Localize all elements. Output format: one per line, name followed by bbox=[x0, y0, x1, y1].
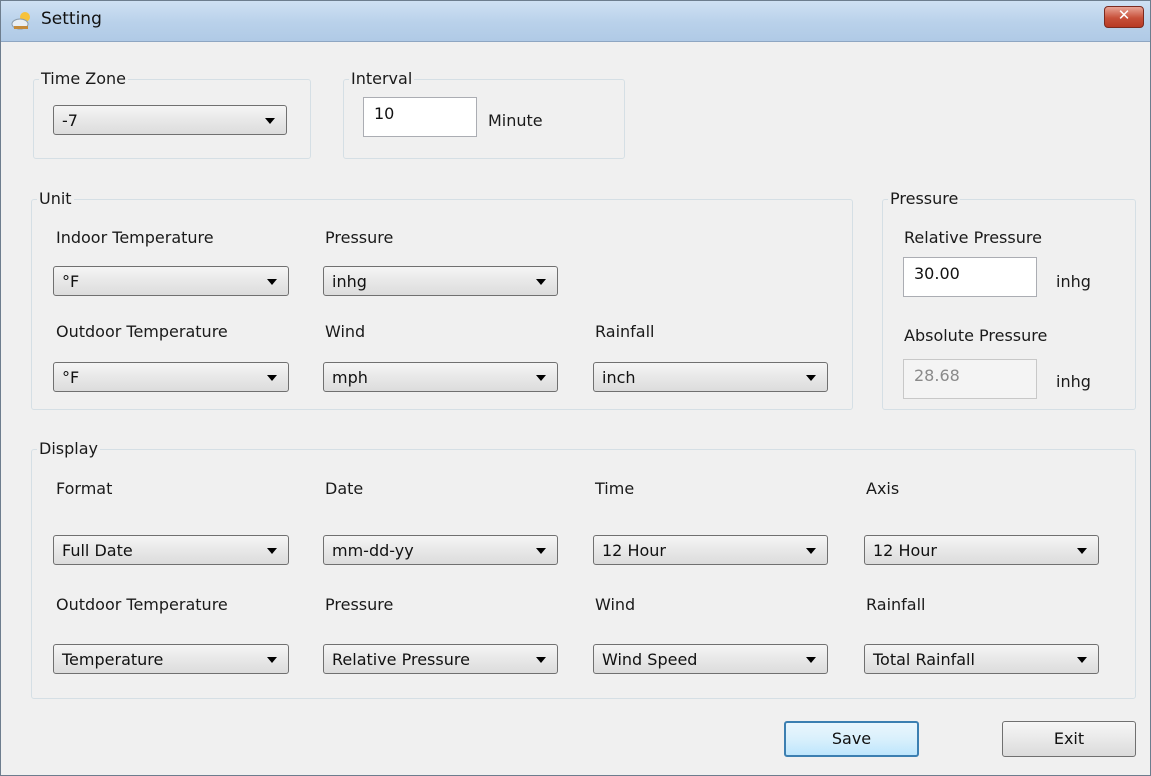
chevron-down-icon bbox=[536, 657, 546, 663]
chevron-down-icon bbox=[536, 375, 546, 381]
chevron-down-icon bbox=[536, 548, 546, 554]
weather-cloud-sun-icon bbox=[10, 9, 34, 33]
title-bar: Setting ✕ bbox=[1, 1, 1150, 42]
absolute-pressure-label: Absolute Pressure bbox=[904, 326, 1048, 345]
display-outdoor-temp-value: Temperature bbox=[62, 650, 164, 669]
settings-window: Setting ✕ Time Zone -7 Interval 10 Minut… bbox=[0, 0, 1151, 776]
chevron-down-icon bbox=[1077, 657, 1087, 663]
display-outdoor-temp-label: Outdoor Temperature bbox=[56, 595, 228, 614]
display-wind-label: Wind bbox=[595, 595, 636, 614]
chevron-down-icon bbox=[806, 657, 816, 663]
interval-legend: Interval bbox=[349, 69, 415, 88]
relative-pressure-input[interactable]: 30.00 bbox=[903, 257, 1037, 297]
display-format-select[interactable]: Full Date bbox=[53, 535, 289, 565]
display-format-value: Full Date bbox=[62, 541, 133, 560]
outdoor-temp-label: Outdoor Temperature bbox=[56, 322, 228, 341]
exit-button[interactable]: Exit bbox=[1002, 721, 1136, 757]
absolute-pressure-input: 28.68 bbox=[903, 359, 1037, 399]
pressure-legend: Pressure bbox=[888, 189, 961, 208]
chevron-down-icon bbox=[265, 118, 275, 124]
chevron-down-icon bbox=[1077, 548, 1087, 554]
indoor-temp-unit-select[interactable]: °F bbox=[53, 266, 289, 296]
display-time-select[interactable]: 12 Hour bbox=[593, 535, 828, 565]
display-axis-value: 12 Hour bbox=[873, 541, 937, 560]
relative-pressure-value: 30.00 bbox=[914, 264, 960, 283]
wind-unit-select[interactable]: mph bbox=[323, 362, 558, 392]
display-pressure-label: Pressure bbox=[325, 595, 394, 614]
chevron-down-icon bbox=[806, 375, 816, 381]
interval-input[interactable]: 10 bbox=[363, 97, 477, 137]
chevron-down-icon bbox=[267, 279, 277, 285]
absolute-pressure-unit: inhg bbox=[1056, 372, 1091, 391]
display-wind-select[interactable]: Wind Speed bbox=[593, 644, 828, 674]
outdoor-temp-unit-select[interactable]: °F bbox=[53, 362, 289, 392]
display-date-select[interactable]: mm-dd-yy bbox=[323, 535, 558, 565]
display-time-value: 12 Hour bbox=[602, 541, 666, 560]
chevron-down-icon bbox=[267, 375, 277, 381]
display-pressure-select[interactable]: Relative Pressure bbox=[323, 644, 558, 674]
timezone-select[interactable]: -7 bbox=[53, 105, 287, 135]
rainfall-unit-select[interactable]: inch bbox=[593, 362, 828, 392]
rainfall-unit-label: Rainfall bbox=[595, 322, 655, 341]
chevron-down-icon bbox=[267, 657, 277, 663]
display-rainfall-select[interactable]: Total Rainfall bbox=[864, 644, 1099, 674]
window-title: Setting bbox=[41, 9, 102, 29]
display-time-label: Time bbox=[595, 479, 635, 498]
pressure-unit-select[interactable]: inhg bbox=[323, 266, 558, 296]
display-legend: Display bbox=[37, 439, 100, 458]
close-button[interactable]: ✕ bbox=[1104, 6, 1144, 28]
pressure-unit-label: Pressure bbox=[325, 228, 394, 247]
display-pressure-value: Relative Pressure bbox=[332, 650, 470, 669]
display-axis-select[interactable]: 12 Hour bbox=[864, 535, 1099, 565]
unit-legend: Unit bbox=[37, 189, 74, 208]
rainfall-unit-value: inch bbox=[602, 368, 636, 387]
outdoor-temp-unit-value: °F bbox=[62, 368, 80, 387]
pressure-unit-value: inhg bbox=[332, 272, 367, 291]
display-outdoor-temp-select[interactable]: Temperature bbox=[53, 644, 289, 674]
relative-pressure-unit: inhg bbox=[1056, 272, 1091, 291]
display-date-value: mm-dd-yy bbox=[332, 541, 414, 560]
display-date-label: Date bbox=[325, 479, 364, 498]
display-rainfall-value: Total Rainfall bbox=[873, 650, 975, 669]
chevron-down-icon bbox=[267, 548, 277, 554]
indoor-temp-label: Indoor Temperature bbox=[56, 228, 214, 247]
wind-unit-value: mph bbox=[332, 368, 368, 387]
interval-value: 10 bbox=[374, 104, 395, 123]
chevron-down-icon bbox=[536, 279, 546, 285]
timezone-value: -7 bbox=[62, 111, 78, 130]
display-wind-value: Wind Speed bbox=[602, 650, 698, 669]
absolute-pressure-value: 28.68 bbox=[914, 366, 960, 385]
close-icon: ✕ bbox=[1117, 6, 1131, 24]
display-rainfall-label: Rainfall bbox=[866, 595, 926, 614]
timezone-legend: Time Zone bbox=[39, 69, 128, 88]
wind-unit-label: Wind bbox=[325, 322, 366, 341]
indoor-temp-unit-value: °F bbox=[62, 272, 80, 291]
display-format-label: Format bbox=[56, 479, 113, 498]
save-button[interactable]: Save bbox=[784, 721, 919, 757]
display-axis-label: Axis bbox=[866, 479, 900, 498]
chevron-down-icon bbox=[806, 548, 816, 554]
relative-pressure-label: Relative Pressure bbox=[904, 228, 1042, 247]
interval-unit-label: Minute bbox=[488, 111, 543, 130]
